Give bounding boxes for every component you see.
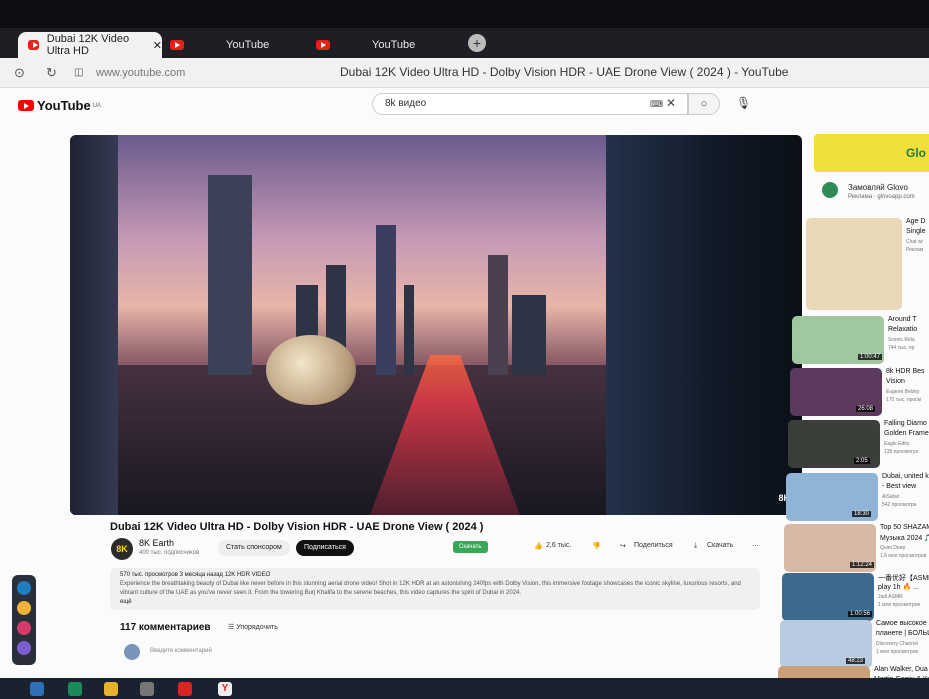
video-meta: 1,6 млн просмотров xyxy=(880,553,927,559)
video-duration: 1:00:56 xyxy=(848,611,873,617)
app-icon[interactable] xyxy=(17,641,31,655)
video-meta: Chat wi xyxy=(906,239,923,245)
video-title: play 1h 🔥 ... xyxy=(878,584,920,591)
video-title: Around T xyxy=(888,316,917,323)
video-meta: 744 тыс. пр xyxy=(888,345,915,351)
tab-label: YouTube xyxy=(372,39,416,51)
video-title: Самое высокое здан xyxy=(876,620,929,627)
video-title: Falling Diamo xyxy=(884,420,927,427)
explorer-icon[interactable] xyxy=(104,682,118,696)
video-meta: 1 млн просмотров xyxy=(878,602,921,608)
tab-youtube-3[interactable]: YouTube xyxy=(316,32,456,58)
ad-banner-text: Glo xyxy=(906,146,926,160)
video-title: Golden Frame xyxy=(884,430,929,437)
video-meta: Eugene Belsky xyxy=(886,389,920,395)
search-input[interactable]: 8k видео xyxy=(372,93,688,115)
site-info-icon[interactable]: ◫ xyxy=(74,67,83,78)
reload-icon[interactable]: ↻ xyxy=(46,65,57,81)
video-duration: 18:30 xyxy=(852,511,872,517)
video-title: Single xyxy=(906,228,926,235)
tab-label: YouTube xyxy=(226,39,270,51)
tab-label: Dubai 12K Video Ultra HD xyxy=(46,33,130,57)
recommendation-item[interactable]: 2:05 Falling Diamo Golden Frame Eagle Edits… xyxy=(0,420,929,468)
recommendation-item[interactable]: 26:08 8k HDR Bes Vision Eugene Belsky 170 ты… xyxy=(0,368,929,416)
recommendation-item[interactable]: Age D Single Chat wi Реклам xyxy=(0,218,929,310)
video-meta: 135 просмотро xyxy=(884,449,919,455)
youtube-logo-icon xyxy=(18,100,34,111)
tab-youtube-2[interactable]: YouTube xyxy=(170,32,310,58)
video-meta: 1 млн просмотров xyxy=(876,649,919,655)
video-thumbnail[interactable] xyxy=(806,218,902,310)
video-meta: 170 тыс. просм xyxy=(886,397,922,403)
video-duration: 26:08 xyxy=(856,406,876,412)
video-title: Age D xyxy=(906,218,926,225)
video-title: Relaxatio xyxy=(888,326,918,333)
screen: Dubai 12K Video Ultra HD ✕ YouTube YouTu… xyxy=(0,0,929,699)
video-meta: Реклам xyxy=(906,247,924,253)
video-title: 一番优好【ASMR】 xyxy=(878,575,929,582)
recommendation-item[interactable]: Alan Walker, Dua Lipa,Martin Garrix & Ky… xyxy=(0,666,929,678)
video-meta: AiSafari xyxy=(882,494,900,500)
youtube-tab-icon xyxy=(170,40,184,50)
recommendation-item[interactable]: 1:12:24 Top 50 SHAZAM Музыка 2024 🎵 Quiet D… xyxy=(0,524,929,572)
tab-active[interactable]: Dubai 12K Video Ultra HD ✕ xyxy=(18,32,162,58)
video-meta: Jadi ASMR xyxy=(878,594,903,600)
video-duration: 2:05 xyxy=(854,458,870,464)
recommendation-item[interactable]: 48:23 Самое высокое здан планете | БОЛЬШОЕ… xyxy=(0,620,929,668)
video-title: - Best view xyxy=(882,483,917,490)
url-field[interactable]: www.youtube.com xyxy=(96,67,185,79)
recommendation-item[interactable]: 1:00:56 一番优好【ASMR】 play 1h 🔥 ... Jadi ASMR 1… xyxy=(0,573,929,621)
facebook-icon[interactable] xyxy=(17,581,31,595)
browser-tab-bar: Dubai 12K Video Ultra HD ✕ YouTube YouTu… xyxy=(0,28,929,58)
app-icon[interactable] xyxy=(17,621,31,635)
glovo-icon xyxy=(822,182,838,198)
youtube-page: YouTube UA 8k видео ⌨ ✕ ○ 🎙 8K Dubai 12K… xyxy=(0,88,929,678)
start-icon[interactable] xyxy=(30,682,44,696)
ad-title[interactable]: Замовляй Glovo xyxy=(848,183,908,192)
video-title: Музыка 2024 🎵 xyxy=(880,535,929,542)
address-bar: ⊙ ↻ ◫ www.youtube.com Dubai 12K Video Ul… xyxy=(0,58,929,88)
video-title: Vision xyxy=(886,378,905,385)
microphone-icon[interactable]: 🎙 xyxy=(736,96,751,110)
video-title: Alan Walker, Dua Lipa, xyxy=(874,666,929,673)
video-title: 8k HDR Bes xyxy=(886,368,925,375)
video-title: Top 50 SHAZAM xyxy=(880,524,929,531)
close-tab-icon[interactable]: ✕ xyxy=(153,39,162,52)
ad-banner[interactable]: Glo xyxy=(814,134,929,172)
opera-icon[interactable] xyxy=(178,682,192,696)
youtube-logo[interactable]: YouTube UA xyxy=(18,98,101,113)
search-icon: ○ xyxy=(700,98,708,110)
search-button[interactable]: ○ xyxy=(688,93,720,115)
app-icon[interactable] xyxy=(17,601,31,615)
video-title: планете | БОЛЬШОЕ xyxy=(876,630,929,637)
video-title: Dubai, united k xyxy=(882,473,929,480)
left-dock xyxy=(12,575,36,665)
plus-icon[interactable]: + xyxy=(468,34,486,52)
video-duration: 1:00:47 xyxy=(858,354,883,360)
logo-text: YouTube xyxy=(37,98,91,113)
recommendation-item[interactable]: 18:30 Dubai, united k - Best view AiSafari 5… xyxy=(0,473,929,521)
clear-search-icon[interactable]: ✕ xyxy=(666,96,676,110)
video-meta: Scenic Rela xyxy=(888,337,915,343)
yandex-icon[interactable]: Y xyxy=(218,682,232,696)
recommendation-item[interactable]: 1:00:47 Around T Relaxatio Scenic Rela 744 т… xyxy=(0,316,929,364)
video-meta: Quiet Deep xyxy=(880,545,906,551)
edge-icon[interactable] xyxy=(68,682,82,696)
app-icon[interactable] xyxy=(140,682,154,696)
logo-region: UA xyxy=(92,102,102,109)
video-duration: 48:23 xyxy=(846,658,866,664)
video-duration: 1:12:24 xyxy=(850,562,875,568)
youtube-tab-icon xyxy=(316,40,330,50)
taskbar: Y xyxy=(0,678,929,699)
shield-icon[interactable]: ⊙ xyxy=(14,65,25,81)
video-thumbnail[interactable] xyxy=(778,666,870,678)
youtube-tab-icon xyxy=(28,40,39,50)
page-title: Dubai 12K Video Ultra HD - Dolby Vision … xyxy=(340,65,789,79)
video-meta: 542 просмотра xyxy=(882,502,917,508)
keyboard-icon[interactable]: ⌨ xyxy=(650,99,663,110)
ad-site: Реклама · glovoapp.com xyxy=(848,194,915,200)
video-meta: Eagle Edits xyxy=(884,441,910,447)
video-meta: Discovery Channel xyxy=(876,641,918,647)
